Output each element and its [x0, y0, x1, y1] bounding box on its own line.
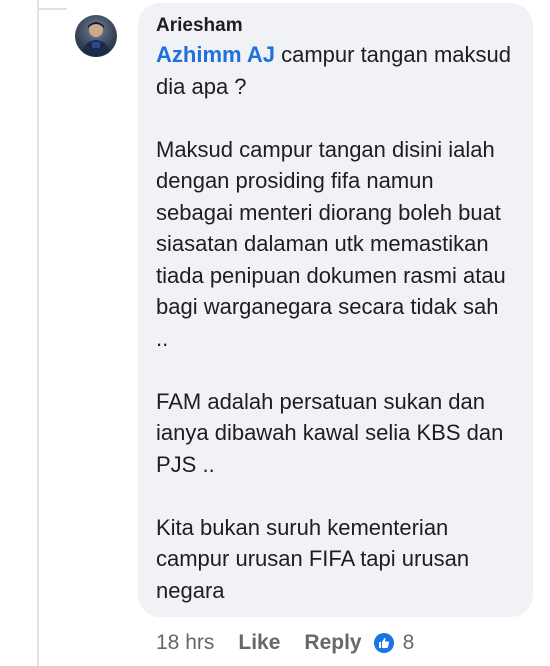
thumbs-up-icon — [378, 638, 389, 648]
comment-author[interactable]: Ariesham — [156, 13, 515, 39]
like-button[interactable]: Like — [238, 631, 280, 655]
comment-paragraph: Azhimm AJ campur tangan maksud dia apa ? — [156, 39, 515, 102]
comment-paragraph: Maksud campur tangan disini ialah dengan… — [156, 136, 506, 351]
reply-button[interactable]: Reply — [304, 631, 361, 655]
mention-link[interactable]: Azhimm AJ — [156, 42, 275, 67]
like-reaction-icon[interactable] — [373, 633, 394, 653]
avatar[interactable] — [75, 15, 117, 57]
comment-paragraph: Kita bukan suruh kementerian campur urus… — [156, 514, 470, 603]
thread-line — [37, 0, 39, 666]
reaction-count[interactable]: 8 — [403, 631, 415, 655]
avatar-photo-icon — [81, 22, 111, 57]
comment-bubble: Ariesham Azhimm AJ campur tangan maksud … — [138, 3, 533, 617]
comment-body: Azhimm AJ campur tangan maksud dia apa ?… — [156, 39, 515, 606]
comment-actions: 18 hrs Like Reply 8 — [156, 628, 414, 658]
comment-paragraph: FAM adalah persatuan sukan dan ianya dib… — [156, 388, 504, 477]
comment-timestamp[interactable]: 18 hrs — [156, 631, 214, 655]
thread-connector — [37, 8, 67, 10]
